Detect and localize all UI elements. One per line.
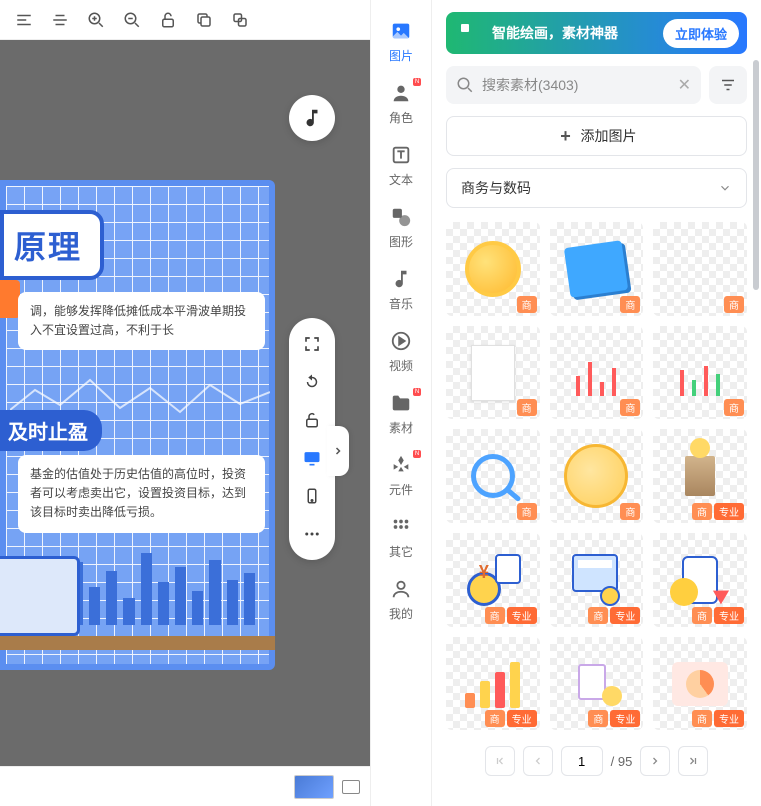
promo-banner[interactable]: 智能绘画，素材神器 立即体验	[446, 12, 747, 54]
search-icon	[456, 76, 474, 94]
add-image-label: 添加图片	[581, 126, 637, 146]
nav-video[interactable]: 视频	[375, 324, 427, 378]
chevron-down-icon	[718, 181, 732, 195]
canvas-pane: 原理 调，能够发挥降低摊低成本平滑波单期投入不宜设置过高，不利于长 及时止盈 基…	[0, 0, 370, 806]
search-box[interactable]: ✕	[446, 66, 701, 104]
category-label: 商务与数码	[461, 178, 531, 198]
scrollbar-thumb[interactable]	[753, 60, 759, 290]
plus-icon: +	[557, 127, 575, 145]
filter-button[interactable]	[709, 66, 747, 104]
avatar-icon	[388, 80, 414, 106]
ai-paint-icon	[458, 21, 482, 45]
rotate-button[interactable]	[294, 364, 330, 400]
asset-blank[interactable]: 商	[653, 222, 747, 316]
asset-scroll-coin[interactable]: 商专业	[653, 533, 747, 627]
nav-music[interactable]: 音乐	[375, 262, 427, 316]
music-note-icon	[301, 107, 323, 129]
promo-text: 智能绘画，素材神器	[492, 23, 653, 43]
new-badge: N	[413, 78, 421, 86]
view-mode-button[interactable]	[342, 780, 360, 794]
top-toolbar	[0, 0, 370, 40]
section-label: 及时止盈	[0, 410, 102, 451]
shape-icon	[388, 204, 414, 230]
orange-badge	[0, 280, 20, 318]
nav-assets[interactable]: N 素材	[375, 386, 427, 440]
canvas-viewport[interactable]: 原理 调，能够发挥降低摊低成本平滑波单期投入不宜设置过高，不利于长 及时止盈 基…	[0, 40, 370, 766]
nav-components[interactable]: N 元件	[375, 448, 427, 502]
artboard-text-2: 基金的估值处于历史估值的高位时，投资者可以考虑卖出它，设置投资目标，达到该目标时…	[18, 455, 265, 533]
add-image-button[interactable]: + 添加图片	[446, 116, 747, 156]
fullscreen-button[interactable]	[294, 326, 330, 362]
assets-grid: 商 商 商 商 商 商 商 商 商专业 ¥商专业 商专业 商专业 商专业 商专业…	[446, 222, 747, 730]
page-last-button[interactable]	[678, 746, 708, 776]
promo-cta-button[interactable]: 立即体验	[663, 19, 739, 48]
artboard-title: 原理	[0, 210, 104, 280]
nav-rail: 图片 N 角色 文本 图形 音乐 视频 N 素材 N 元件 其它 我的	[370, 0, 432, 806]
duplicate-button[interactable]	[224, 4, 256, 36]
nav-images[interactable]: 图片	[375, 14, 427, 68]
music-icon	[388, 266, 414, 292]
asset-sticky-note[interactable]: 商	[550, 222, 644, 316]
unlock-button[interactable]	[152, 4, 184, 36]
music-fab-button[interactable]	[289, 95, 335, 141]
asset-calculator[interactable]: 商专业	[550, 533, 644, 627]
folder-icon	[388, 390, 414, 416]
text-icon	[388, 142, 414, 168]
expand-panel-button[interactable]	[327, 426, 349, 476]
search-row: ✕	[446, 66, 747, 104]
page-prev-button[interactable]	[523, 746, 553, 776]
zoom-out-button[interactable]	[116, 4, 148, 36]
desk-illustration	[0, 636, 275, 650]
asset-money-bag[interactable]: ¥商专业	[446, 533, 540, 627]
nav-text[interactable]: 文本	[375, 138, 427, 192]
zoom-in-button[interactable]	[80, 4, 112, 36]
nav-shapes[interactable]: 图形	[375, 200, 427, 254]
search-input[interactable]	[482, 77, 670, 93]
video-icon	[388, 328, 414, 354]
pagination: / 95	[446, 742, 747, 776]
asset-candles-2[interactable]: 商	[653, 326, 747, 420]
image-icon	[388, 18, 414, 44]
asset-gold-coin[interactable]: 商	[446, 222, 540, 316]
asset-coin-flat[interactable]: 商	[550, 429, 644, 523]
asset-candles-1[interactable]: 商	[550, 326, 644, 420]
page-first-button[interactable]	[485, 746, 515, 776]
nav-other[interactable]: 其它	[375, 510, 427, 564]
align-left-button[interactable]	[8, 4, 40, 36]
user-icon	[388, 576, 414, 602]
asset-paper[interactable]: 商	[446, 326, 540, 420]
clear-search-button[interactable]: ✕	[678, 75, 691, 95]
nav-my[interactable]: 我的	[375, 572, 427, 626]
copy-button[interactable]	[188, 4, 220, 36]
component-icon	[388, 452, 414, 478]
page-thumbnail[interactable]	[294, 775, 334, 799]
filter-icon	[719, 76, 737, 94]
mobile-button[interactable]	[294, 478, 330, 514]
category-select[interactable]: 商务与数码	[446, 168, 747, 208]
lock-button[interactable]	[294, 402, 330, 438]
assets-panel: 智能绘画，素材神器 立即体验 ✕ + 添加图片 商务与数码 商 商 商 商 商 …	[432, 0, 761, 806]
page-next-button[interactable]	[640, 746, 670, 776]
asset-magnifier[interactable]: 商	[446, 429, 540, 523]
monitor-illustration	[0, 556, 80, 636]
page-total: / 95	[611, 754, 633, 769]
artboard[interactable]: 原理 调，能够发挥降低摊低成本平滑波单期投入不宜设置过高，不利于长 及时止盈 基…	[0, 180, 275, 670]
new-badge: N	[413, 388, 421, 396]
nav-characters[interactable]: N 角色	[375, 76, 427, 130]
asset-bar-chart[interactable]: 商专业	[446, 637, 540, 731]
asset-pie-panel[interactable]: 商专业	[653, 637, 747, 731]
more-grid-icon	[388, 514, 414, 540]
artboard-text-1: 调，能够发挥降低摊低成本平滑波单期投入不宜设置过高，不利于长	[18, 292, 265, 350]
display-button[interactable]	[294, 440, 330, 476]
bottom-bar	[0, 766, 370, 806]
align-center-button[interactable]	[44, 4, 76, 36]
more-button[interactable]	[294, 516, 330, 552]
page-input[interactable]	[561, 746, 603, 776]
asset-pedestal[interactable]: 商专业	[653, 429, 747, 523]
floating-toolbar	[289, 318, 335, 560]
asset-docs-stack[interactable]: 商专业	[550, 637, 644, 731]
new-badge: N	[413, 450, 421, 458]
